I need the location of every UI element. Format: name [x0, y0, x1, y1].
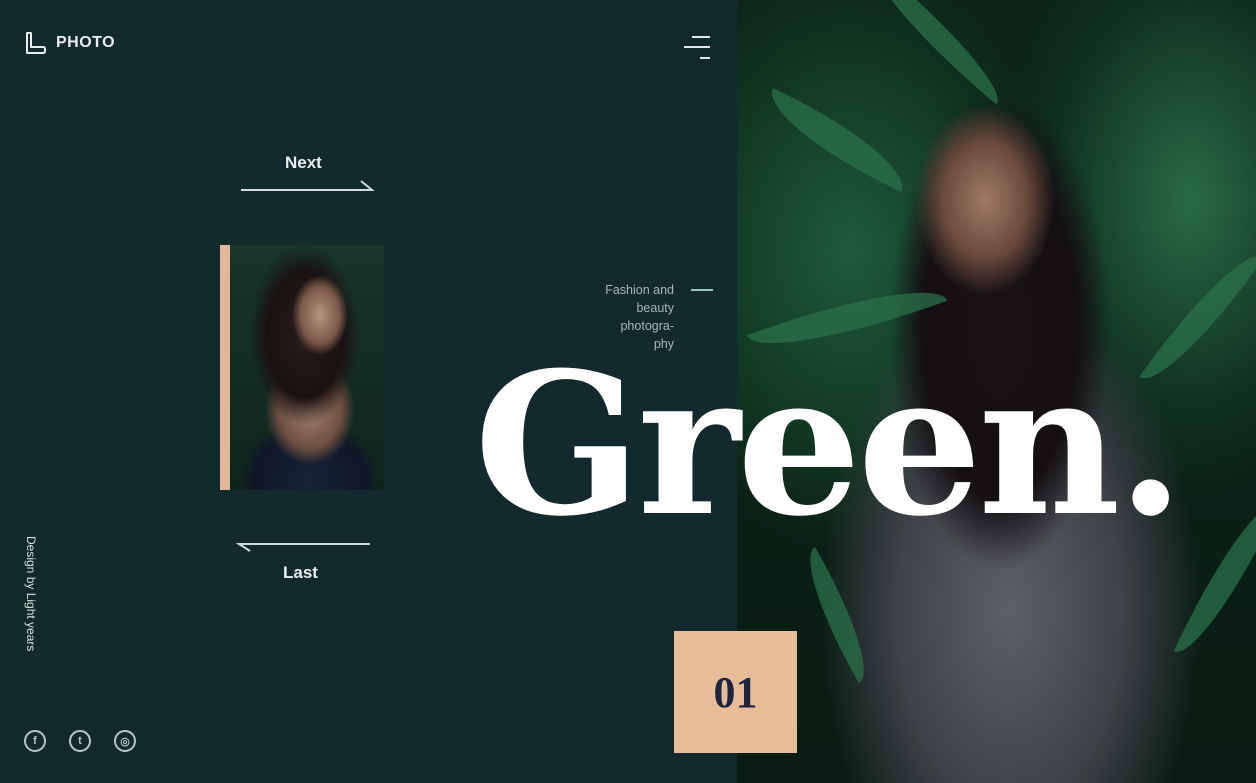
- twitter-icon[interactable]: t: [69, 730, 91, 752]
- arrow-right-icon[interactable]: [240, 178, 375, 192]
- thumbnail-accent-strip: [220, 245, 230, 490]
- next-button[interactable]: Next: [285, 153, 322, 173]
- slide-number-tile: 01: [674, 631, 797, 753]
- brand-logo[interactable]: PHOTO: [24, 31, 115, 55]
- brand-name: PHOTO: [56, 34, 116, 51]
- dribbble-icon[interactable]: ◎: [114, 730, 136, 752]
- last-button[interactable]: Last: [283, 563, 318, 583]
- foliage-leaf: [789, 546, 885, 684]
- thumbnail-image: [230, 245, 384, 490]
- arrow-left-icon[interactable]: [236, 538, 372, 552]
- tagline-line: beauty: [636, 301, 674, 315]
- hero-title: Green.: [474, 330, 1185, 560]
- slide-number: 01: [713, 667, 758, 717]
- foliage-leaf: [756, 88, 918, 192]
- facebook-icon[interactable]: f: [24, 730, 46, 752]
- tagline-dash: [691, 289, 713, 291]
- hamburger-menu-icon[interactable]: [684, 34, 710, 62]
- thumbnail-preview[interactable]: [220, 245, 384, 490]
- design-credit: Design by Light years: [24, 536, 38, 652]
- foliage-leaf: [858, 0, 1016, 105]
- tagline-line: Fashion and: [605, 283, 674, 297]
- foliage-leaf: [1173, 488, 1256, 666]
- logo-l-icon: [26, 32, 46, 54]
